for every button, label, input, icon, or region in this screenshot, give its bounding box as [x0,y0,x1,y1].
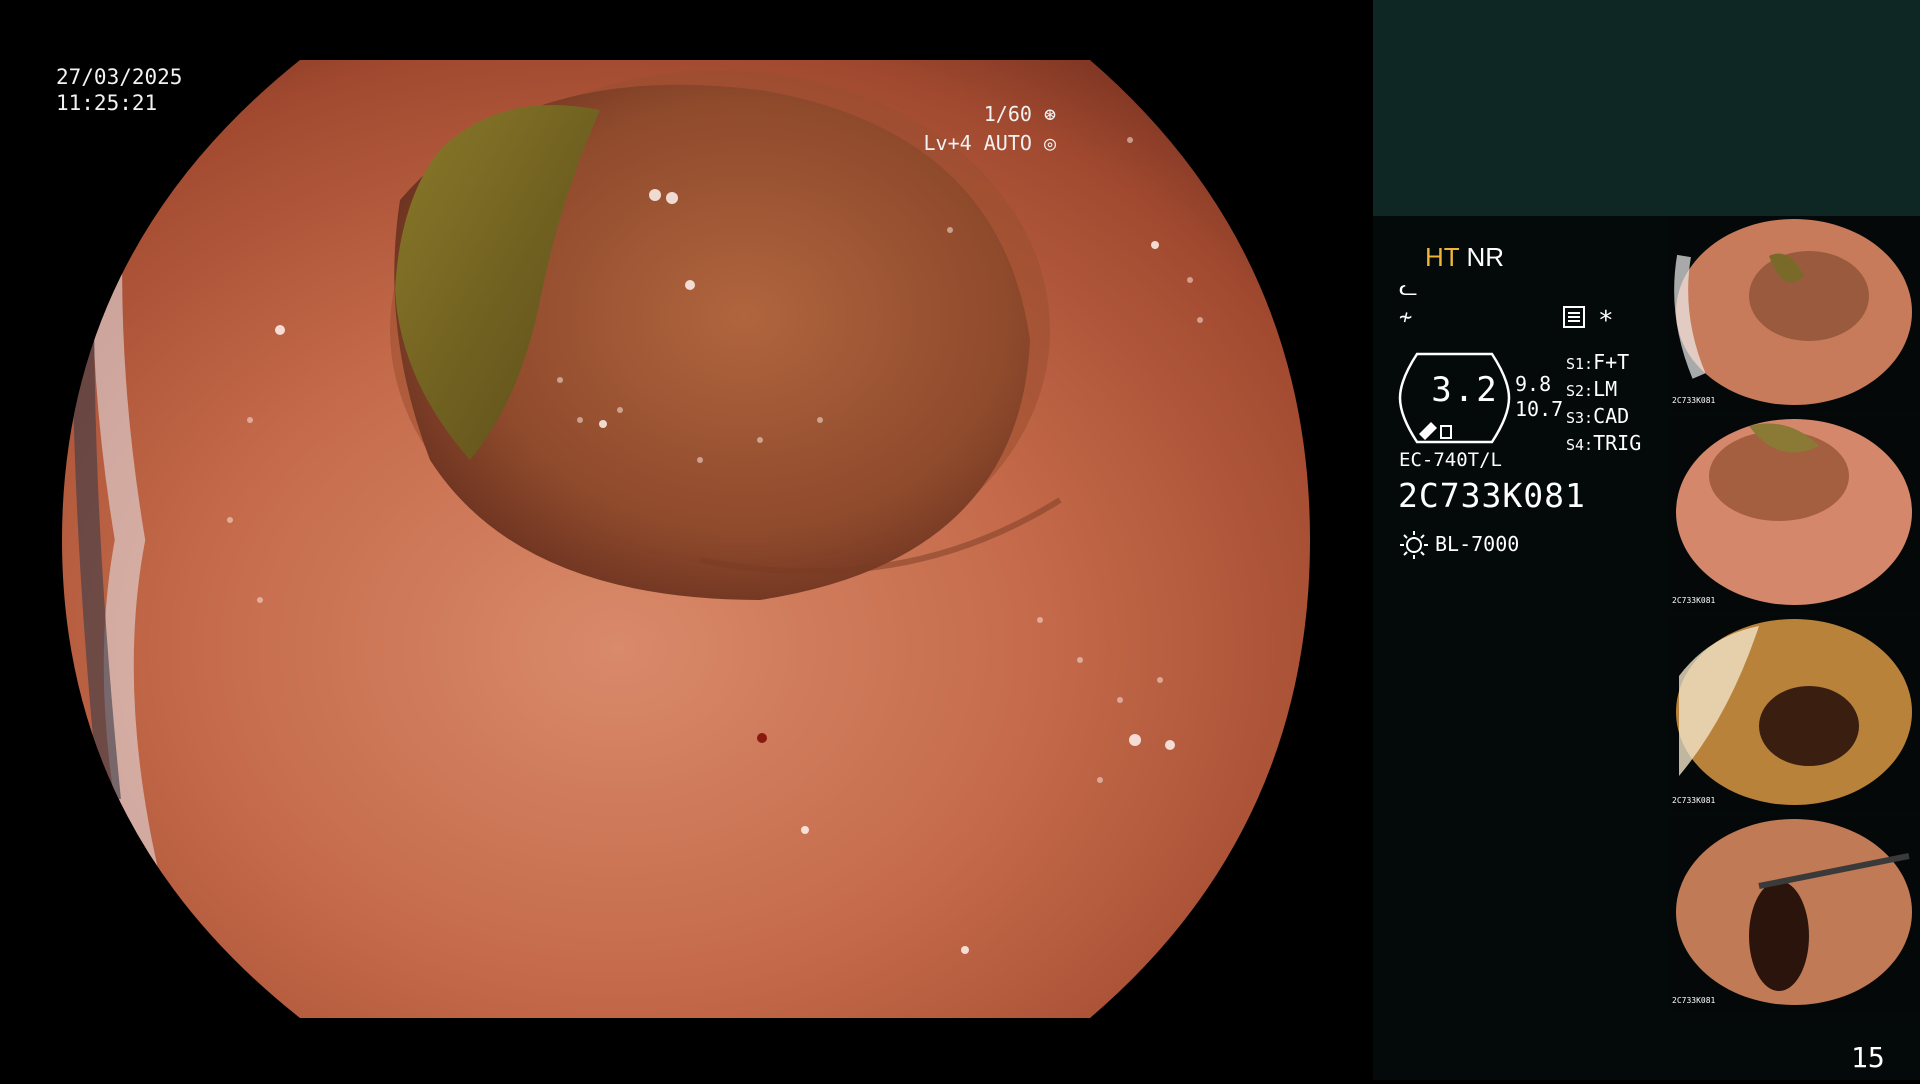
thumbnail-label: 2C733K081 [1672,596,1716,605]
osd-datetime: 27/03/2025 11:25:21 [56,64,182,116]
zoom-readouts: 9.8 10.7 [1515,372,1563,422]
capture-thumbnail[interactable]: 2C733K081 [1669,416,1920,612]
iris-icon: ◎ [1043,131,1056,155]
osd-exposure: 1/60 ⊛ Lv+4 AUTO ◎ [924,100,1056,158]
asterisk-indicator: * [1598,306,1614,336]
osd-exposure-mode: AUTO [983,131,1032,155]
switch-row: S4:TRIG [1566,431,1642,455]
osd-level: Lv+4 [923,131,972,155]
not-equal-icon: ≁ [1399,305,1413,330]
colon-lumen-image [62,60,1310,1018]
pen-icon [1419,422,1437,440]
scope-serial: 2C733K081 [1398,476,1586,515]
osd-shutter-speed: 1/60 [983,102,1032,126]
capture-thumbnail[interactable]: 2C733K081 [1669,816,1920,1012]
switch-row: S1:F+T [1566,350,1630,374]
switch-row: S2:LM [1566,377,1618,401]
osd-date: 27/03/2025 [56,65,183,89]
scope-model: EC-740T/L [1399,449,1502,471]
capture-thumbnail[interactable]: 2C733K081 [1669,216,1920,412]
image-mode: HT NR [1425,242,1504,273]
page-number: 15 [1851,1041,1885,1074]
thumbnail-label: 2C733K081 [1672,796,1716,805]
thumbnail-label: 2C733K081 [1672,996,1716,1005]
zoom-readout-b: 10.7 [1515,397,1564,421]
shutter-icon: ⊛ [1043,102,1056,126]
switch-row: S3:CAD [1566,404,1630,428]
zoom-readout-a: 9.8 [1515,372,1552,396]
light-source-icon [1399,530,1429,564]
mode-ht: HT [1425,242,1460,272]
thumbnail-label: 2C733K081 [1672,396,1716,405]
endoscope-main-view [0,0,1372,1080]
side-panel-header [1373,0,1920,216]
zoom-value: 3.2 [1431,370,1499,410]
light-source: BL-7000 [1435,532,1520,556]
capture-thumbnail[interactable]: 2C733K081 [1669,616,1920,812]
enhance-icon: ᓚ [1399,276,1418,301]
switch-assignments: S1:F+T S2:LM S3:CAD S4:TRIG [1566,350,1641,458]
osd-time: 11:25:21 [56,91,158,115]
mode-nr: NR [1466,242,1504,272]
settings-list-icon [1563,306,1585,332]
